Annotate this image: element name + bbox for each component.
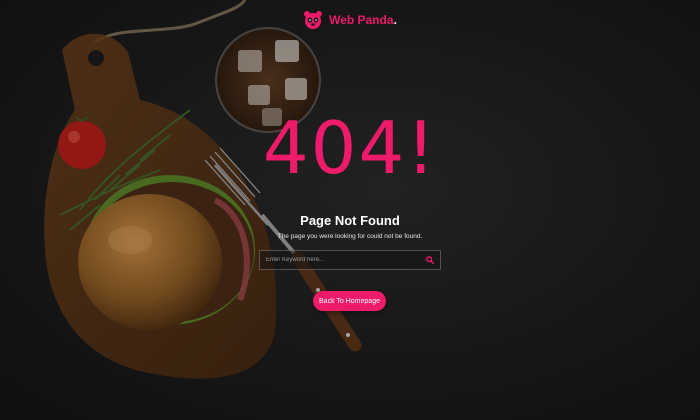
- error-message: The page you were looking for could not …: [277, 233, 423, 240]
- search-button[interactable]: [420, 251, 440, 269]
- panda-icon: [304, 11, 323, 29]
- search-box: [259, 250, 441, 270]
- brand-name: Web Panda.: [329, 13, 397, 27]
- brand-logo[interactable]: Web Panda.: [0, 10, 700, 30]
- error-code: 404!: [262, 106, 438, 190]
- page-title: Page Not Found: [300, 213, 400, 228]
- background-overlay: [0, 0, 700, 420]
- search-icon: [426, 256, 434, 264]
- search-input[interactable]: [260, 251, 420, 269]
- back-to-homepage-button[interactable]: Back To Homepage: [313, 291, 386, 311]
